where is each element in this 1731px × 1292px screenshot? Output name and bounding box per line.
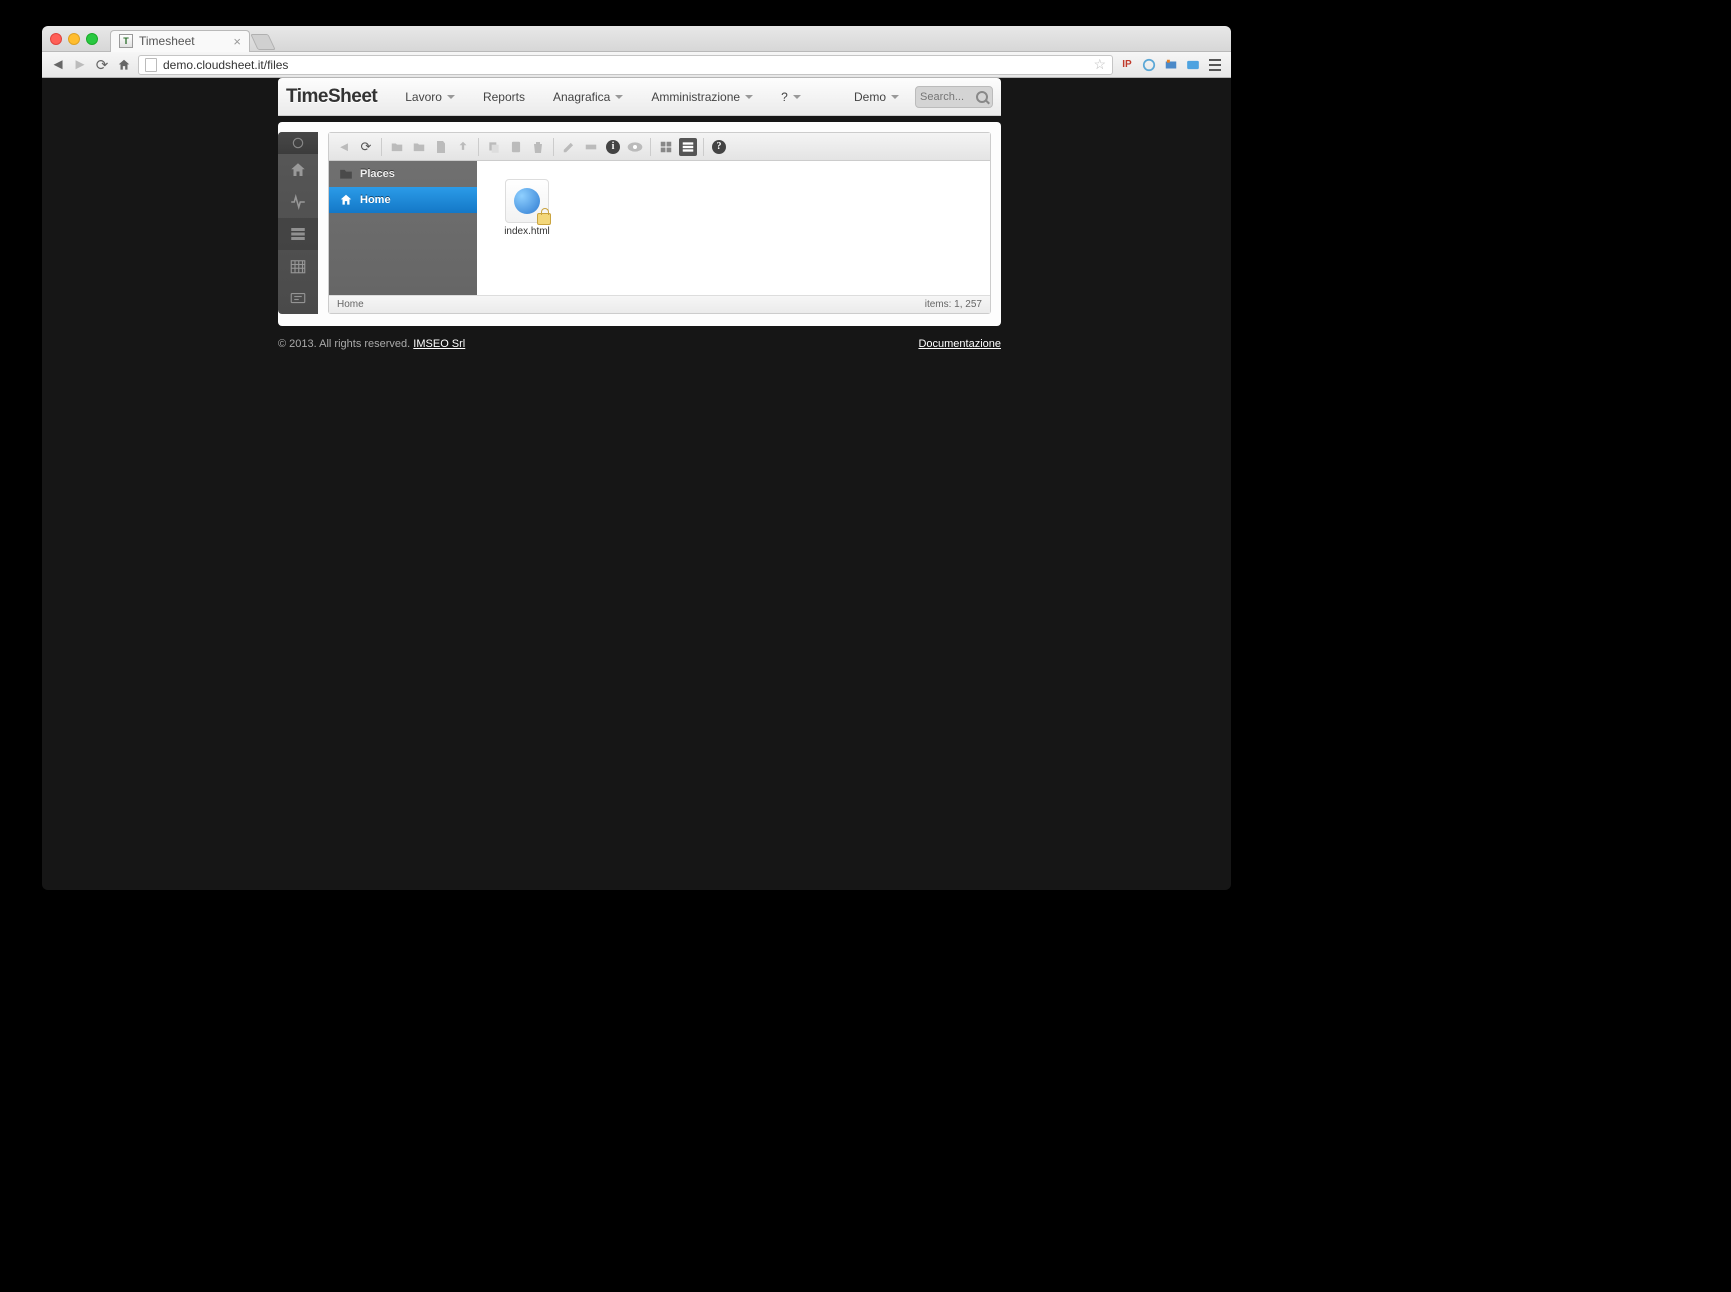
fm-sidebar-places-label: Places [360, 168, 395, 180]
file-toolbar: ◄ ⟳ [329, 133, 990, 161]
folder-icon [339, 168, 353, 180]
fm-preview-button[interactable] [626, 138, 644, 156]
fm-upload-button[interactable] [454, 138, 472, 156]
nav-reports[interactable]: Reports [471, 78, 537, 116]
tab-close-icon[interactable]: × [233, 34, 241, 49]
nav-amministrazione-label: Amministrazione [651, 90, 740, 104]
fm-paste-button[interactable] [507, 138, 525, 156]
browser-menu-button[interactable] [1207, 57, 1223, 73]
extension-icon-3[interactable] [1185, 57, 1201, 73]
tab-favicon: T [119, 34, 133, 48]
globe-icon [514, 188, 540, 214]
bookmark-star-icon[interactable]: ☆ [1093, 56, 1106, 73]
page-icon [145, 58, 157, 72]
tab-title: Timesheet [139, 34, 195, 48]
file-manager-panel: ◄ ⟳ [328, 132, 991, 314]
file-item[interactable]: index.html [495, 179, 559, 237]
fm-edit-button[interactable] [560, 138, 578, 156]
browser-tabbar: T Timesheet × [42, 26, 1231, 52]
nav-demo[interactable]: Demo [842, 78, 911, 116]
fm-newfile-button[interactable] [432, 138, 450, 156]
window-controls [50, 33, 98, 45]
new-tab-button[interactable] [250, 34, 275, 50]
browser-toolbar: ◄ ► ⟳ demo.cloudsheet.it/files ☆ IP [42, 52, 1231, 78]
extension-icon-2[interactable] [1163, 57, 1179, 73]
sidebar-item-home[interactable] [278, 154, 318, 186]
fm-status-path: Home [337, 299, 364, 310]
nav-home-button[interactable] [116, 57, 132, 73]
fm-delete-button[interactable] [529, 138, 547, 156]
app-footer: © 2013. All rights reserved. IMSEO Srl D… [278, 338, 1001, 350]
fm-rename-button[interactable] [582, 138, 600, 156]
url-field[interactable]: demo.cloudsheet.it/files ☆ [138, 55, 1113, 75]
fm-back-button[interactable]: ◄ [335, 138, 353, 156]
nav-back-button[interactable]: ◄ [50, 57, 66, 73]
fm-reload-button[interactable]: ⟳ [357, 138, 375, 156]
sidebar-item-card[interactable] [278, 282, 318, 314]
search-input[interactable] [920, 91, 972, 103]
fm-sidebar-places[interactable]: Places [329, 161, 477, 187]
chevron-down-icon [745, 95, 753, 99]
nav-amministrazione[interactable]: Amministrazione [639, 78, 765, 116]
fm-sidebar: Places Home [329, 161, 477, 295]
sidebar-item-files[interactable] [278, 218, 318, 250]
extension-ip-icon[interactable]: IP [1119, 57, 1135, 73]
app-container: TimeSheet Lavoro Reports Anagrafica Ammi… [278, 78, 1001, 350]
fm-status-bar: Home items: 1, 257 [329, 295, 990, 313]
fm-sidebar-home-label: Home [360, 194, 391, 206]
lock-icon [537, 213, 551, 225]
nav-lavoro[interactable]: Lavoro [393, 78, 467, 116]
nav-demo-label: Demo [854, 90, 886, 104]
nav-help-label: ? [781, 90, 788, 104]
extension-icon-1[interactable] [1141, 57, 1157, 73]
search-box[interactable] [915, 86, 993, 108]
sidebar-item-calendar[interactable] [278, 250, 318, 282]
fm-grid-view-button[interactable] [657, 138, 675, 156]
app-header: TimeSheet Lavoro Reports Anagrafica Ammi… [278, 78, 1001, 116]
chevron-down-icon [793, 95, 801, 99]
search-icon[interactable] [976, 91, 988, 103]
fm-content-area[interactable]: index.html [477, 161, 990, 295]
chevron-down-icon [891, 95, 899, 99]
fm-open-button[interactable] [388, 138, 406, 156]
nav-anagrafica[interactable]: Anagrafica [541, 78, 635, 116]
home-icon [339, 193, 353, 207]
file-manager-body: Places Home [329, 161, 990, 295]
window-zoom-button[interactable] [86, 33, 98, 45]
app-brand: TimeSheet [286, 86, 377, 108]
page-viewport: TimeSheet Lavoro Reports Anagrafica Ammi… [42, 78, 1231, 890]
nav-anagrafica-label: Anagrafica [553, 90, 610, 104]
browser-tab[interactable]: T Timesheet × [110, 30, 250, 52]
footer-company-link[interactable]: IMSEO Srl [413, 338, 465, 350]
fm-sidebar-home[interactable]: Home [329, 187, 477, 213]
nav-reports-label: Reports [483, 90, 525, 104]
fm-status-items: items: 1, 257 [925, 299, 982, 310]
sidebar-arrow-indicator [318, 246, 324, 258]
fm-help-button[interactable]: ? [710, 138, 728, 156]
workspace: ◄ ⟳ [278, 122, 1001, 326]
fm-list-view-button[interactable] [679, 138, 697, 156]
browser-window: T Timesheet × ◄ ► ⟳ demo.cloudsheet.it/f… [42, 26, 1231, 890]
nav-lavoro-label: Lavoro [405, 90, 442, 104]
footer-copyright: © 2013. All rights reserved. [278, 338, 413, 350]
chevron-down-icon [447, 95, 455, 99]
fm-newfolder-button[interactable] [410, 138, 428, 156]
nav-reload-button[interactable]: ⟳ [94, 57, 110, 73]
fm-copy-button[interactable] [485, 138, 503, 156]
window-close-button[interactable] [50, 33, 62, 45]
fm-info-button[interactable]: i [604, 138, 622, 156]
file-name-label: index.html [495, 226, 559, 237]
window-minimize-button[interactable] [68, 33, 80, 45]
left-sidebar [278, 132, 318, 314]
url-text: demo.cloudsheet.it/files [163, 58, 288, 72]
sidebar-item-activity[interactable] [278, 186, 318, 218]
chevron-down-icon [615, 95, 623, 99]
nav-help[interactable]: ? [769, 78, 813, 116]
file-html-icon [505, 179, 549, 223]
nav-forward-button[interactable]: ► [72, 57, 88, 73]
sidebar-tab-top[interactable] [278, 132, 318, 154]
footer-docs-link[interactable]: Documentazione [918, 338, 1001, 350]
